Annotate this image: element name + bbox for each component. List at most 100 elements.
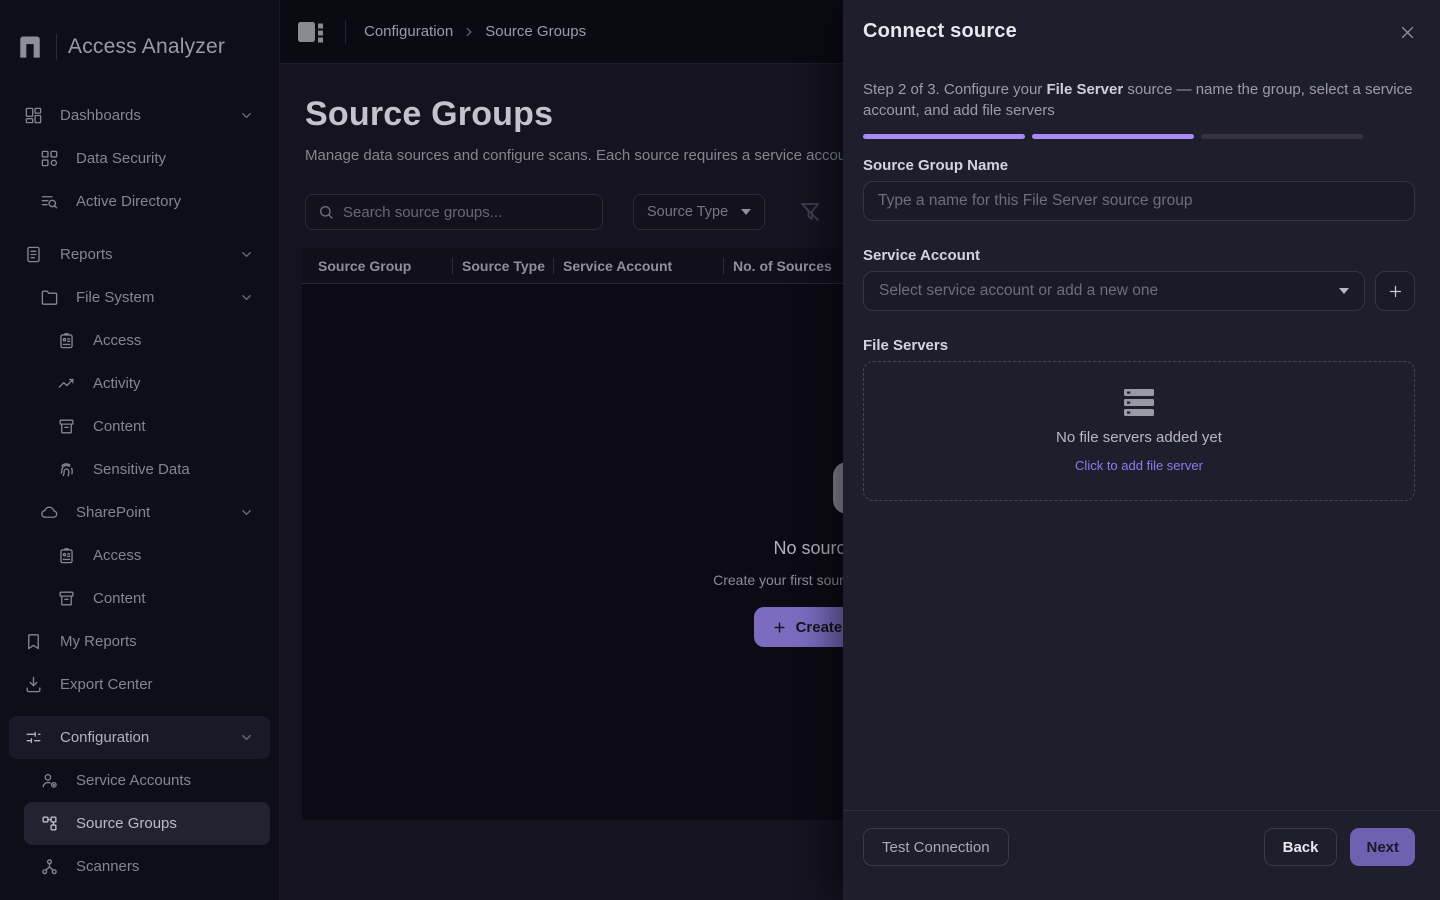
logo-divider	[56, 34, 57, 60]
sidebar-item-label: Scanners	[76, 858, 270, 875]
test-connection-button[interactable]: Test Connection	[863, 828, 1009, 866]
share-nodes-icon	[39, 857, 59, 877]
search-icon	[318, 204, 334, 220]
source-group-name-label: Source Group Name	[863, 157, 1415, 174]
source-type-filter[interactable]: Source Type	[633, 194, 765, 230]
breadcrumb-item-source-groups[interactable]: Source Groups	[485, 23, 586, 40]
id-badge-icon	[56, 331, 76, 351]
column-header-service-account[interactable]: Service Account	[553, 258, 723, 274]
bookmark-icon	[23, 632, 43, 652]
sidebar-item-content[interactable]: Content	[9, 405, 270, 448]
chevron-down-icon	[239, 108, 254, 123]
sidebar-item-scanners[interactable]: Scanners	[9, 845, 270, 888]
back-button[interactable]: Back	[1264, 828, 1338, 866]
chevron-down-icon	[239, 505, 254, 520]
sidebar-item-label: Access	[93, 332, 270, 349]
sidebar-item-configuration[interactable]: Configuration	[9, 716, 270, 759]
sidebar-item-active-directory[interactable]: Active Directory	[9, 180, 270, 223]
list-search-icon	[39, 192, 59, 212]
sidebar-item-my-reports[interactable]: My Reports	[9, 620, 270, 663]
service-account-select[interactable]: Select service account or add a new one	[863, 271, 1365, 311]
sidebar-item-reports[interactable]: Reports	[9, 233, 270, 276]
source-group-name-input[interactable]	[863, 181, 1415, 221]
progress-bar	[863, 134, 1363, 139]
sidebar-item-dashboards[interactable]: Dashboards	[9, 94, 270, 137]
sidebar-item-access[interactable]: Access	[9, 534, 270, 577]
sidebar-item-label: Service Accounts	[76, 772, 270, 789]
service-account-label: Service Account	[863, 247, 1415, 264]
sidebar-item-label: Sensitive Data	[93, 461, 270, 478]
data-security-icon	[39, 149, 59, 169]
sidebar-item-label: Data Security	[76, 150, 270, 167]
chevron-down-icon	[1339, 288, 1349, 294]
sidebar-item-label: SharePoint	[76, 504, 239, 521]
file-servers-dropzone[interactable]: No file servers added yet Click to add f…	[863, 361, 1415, 501]
dashboards-icon	[23, 106, 43, 126]
sidebar-item-label: File System	[76, 289, 239, 306]
archive-box-icon	[56, 589, 76, 609]
sidebar-toggle-icon[interactable]	[297, 21, 324, 43]
progress-segment-1	[863, 134, 1025, 139]
hierarchy-icon	[39, 814, 59, 834]
archive-box-icon	[56, 417, 76, 437]
sidebar-item-label: My Reports	[60, 633, 270, 650]
add-service-account-button[interactable]	[1375, 271, 1415, 311]
sidebar-item-export-center[interactable]: Export Center	[9, 663, 270, 706]
sidebar-item-activity[interactable]: Activity	[9, 362, 270, 405]
progress-segment-3	[1201, 134, 1363, 139]
chevron-down-icon	[239, 247, 254, 262]
search-box[interactable]	[305, 194, 603, 230]
column-header-source-type[interactable]: Source Type	[452, 258, 553, 274]
add-file-server-link[interactable]: Click to add file server	[1075, 458, 1203, 473]
chevron-down-icon	[239, 290, 254, 305]
fingerprint-icon	[56, 460, 76, 480]
chevron-down-icon	[239, 730, 254, 745]
column-header-source-group[interactable]: Source Group	[302, 258, 452, 274]
sidebar-item-sharepoint[interactable]: SharePoint	[9, 491, 270, 534]
breadcrumb-chevron-icon	[462, 25, 476, 39]
sidebar-item-data-security[interactable]: Data Security	[9, 137, 270, 180]
sidebar-item-file-system[interactable]: File System	[9, 276, 270, 319]
step-description: Step 2 of 3. Configure your File Server …	[863, 79, 1415, 121]
plus-icon	[772, 620, 787, 635]
drawer-title: Connect source	[863, 20, 1017, 43]
logo-n-icon	[17, 33, 43, 61]
logo: Access Analyzer	[0, 0, 279, 64]
sidebar-item-label: Active Directory	[76, 193, 270, 210]
drawer-footer: Test Connection Back Next	[843, 810, 1440, 900]
sidebar-item-sensitive-data[interactable]: Sensitive Data	[9, 448, 270, 491]
sidebar-item-service-accounts[interactable]: Service Accounts	[9, 759, 270, 802]
chevron-down-icon	[741, 209, 751, 215]
sidebar-nav: Dashboards Data Security Active Directory R…	[0, 94, 279, 888]
id-badge-icon	[56, 546, 76, 566]
sliders-icon	[23, 728, 43, 748]
sidebar-item-label: Content	[93, 590, 270, 607]
clear-filters-icon[interactable]	[798, 200, 822, 224]
file-servers-empty-title: No file servers added yet	[1056, 429, 1222, 446]
sidebar-item-label: Activity	[93, 375, 270, 392]
cloud-icon	[39, 503, 59, 523]
sidebar-item-source-groups[interactable]: Source Groups	[24, 802, 270, 845]
sidebar-item-access[interactable]: Access	[9, 319, 270, 362]
connect-source-drawer: Connect source Step 2 of 3. Configure yo…	[843, 0, 1440, 900]
sidebar-item-label: Access	[93, 547, 270, 564]
server-stack-icon	[1124, 389, 1154, 416]
logo-text: Access Analyzer	[68, 35, 225, 59]
close-icon[interactable]	[1399, 24, 1417, 42]
report-doc-icon	[23, 245, 43, 265]
download-tray-icon	[23, 675, 43, 695]
next-button[interactable]: Next	[1350, 828, 1415, 866]
sidebar: Access Analyzer Dashboards Data Security A…	[0, 0, 280, 900]
file-servers-label: File Servers	[863, 337, 1415, 354]
plus-icon	[1387, 283, 1404, 300]
sidebar-item-content[interactable]: Content	[9, 577, 270, 620]
sidebar-item-label: Dashboards	[60, 107, 239, 124]
sidebar-item-label: Reports	[60, 246, 239, 263]
progress-segment-2	[1032, 134, 1194, 139]
sidebar-item-label: Content	[93, 418, 270, 435]
breadcrumb-item-configuration[interactable]: Configuration	[364, 23, 453, 40]
sidebar-item-label: Source Groups	[76, 815, 270, 832]
search-input[interactable]	[343, 204, 590, 221]
breadcrumb: Configuration Source Groups	[364, 23, 586, 40]
sidebar-item-label: Export Center	[60, 676, 270, 693]
